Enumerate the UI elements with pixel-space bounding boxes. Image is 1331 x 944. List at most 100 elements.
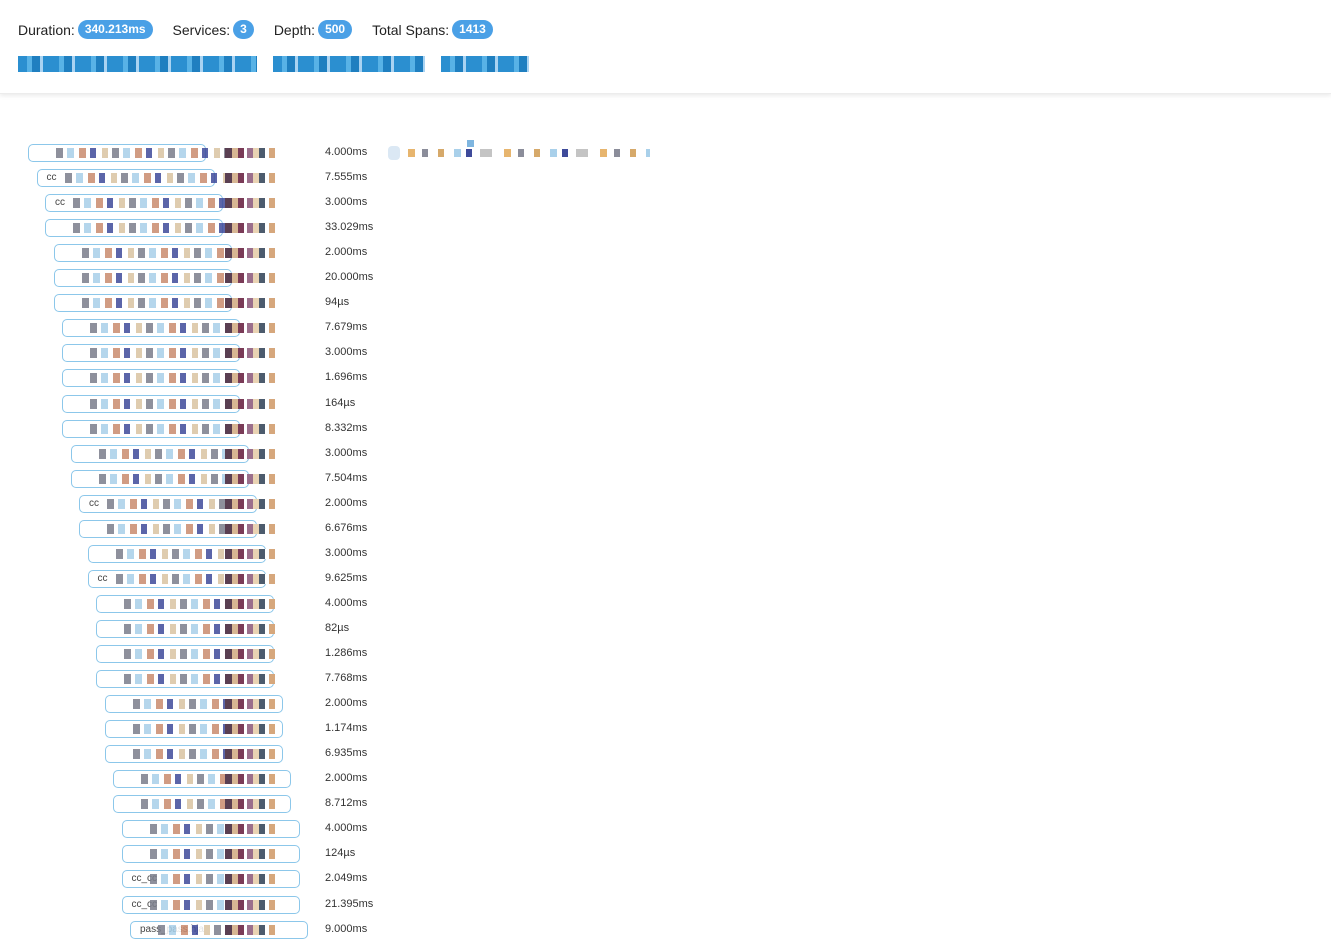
- span-name-redacted: [90, 348, 246, 359]
- service-name-redacted: [225, 598, 275, 609]
- span-row[interactable]: cc_cc 2.049ms: [0, 866, 700, 891]
- span-row[interactable]: 3.000ms: [0, 441, 700, 466]
- span-row[interactable]: 94µs: [0, 290, 700, 315]
- service-name-redacted: [225, 824, 275, 835]
- span-row[interactable]: 3.000ms: [0, 340, 700, 365]
- span-row[interactable]: 6.676ms: [0, 516, 700, 541]
- span-row[interactable]: 20.000ms: [0, 265, 700, 290]
- service-tag[interactable]: [273, 56, 425, 72]
- span-row[interactable]: 4.000ms: [0, 816, 700, 841]
- span-duration: 7.504ms: [325, 471, 368, 484]
- service-name-redacted: [225, 874, 275, 885]
- service-name-redacted: [225, 749, 275, 760]
- span-name-redacted: [73, 198, 241, 209]
- span-row[interactable]: 7.768ms: [0, 666, 700, 691]
- span-name-redacted: [90, 423, 246, 434]
- span-row[interactable]: 124µs: [0, 841, 700, 866]
- span-duration: 6.935ms: [325, 747, 368, 760]
- span-duration: 3.000ms: [325, 446, 368, 459]
- service-name-redacted: [225, 649, 275, 659]
- service-name-redacted: [225, 724, 275, 735]
- span-duration: 124µs: [325, 847, 356, 860]
- service-name-redacted: [225, 273, 275, 284]
- service-name-redacted: [225, 373, 275, 384]
- span-duration: 9.625ms: [325, 571, 368, 584]
- service-name-redacted: [225, 323, 275, 334]
- span-row[interactable]: pass_pass.hja9.000ms: [0, 917, 700, 942]
- span-row[interactable]: 1.696ms: [0, 365, 700, 390]
- span-row[interactable]: 7.679ms: [0, 315, 700, 340]
- span-row[interactable]: cc 2.000ms: [0, 491, 700, 516]
- span-duration: 3.000ms: [325, 546, 368, 559]
- span-row[interactable]: cc 9.625ms: [0, 566, 700, 591]
- service-name-redacted: [225, 348, 275, 359]
- span-duration: 3.000ms: [325, 346, 368, 359]
- span-row[interactable]: cc 3.000ms: [0, 190, 700, 215]
- span-row[interactable]: 1.174ms: [0, 716, 700, 741]
- span-row[interactable]: cc 7.555ms: [0, 165, 700, 190]
- span-duration: 2.000ms: [325, 772, 368, 785]
- span-duration: 8.712ms: [325, 797, 368, 810]
- span-duration: 9.000ms: [325, 922, 368, 935]
- span-row[interactable]: 164µs: [0, 391, 700, 416]
- service-name-redacted: [225, 223, 275, 234]
- span-duration: 2.000ms: [325, 246, 368, 259]
- service-name-redacted: [225, 398, 275, 409]
- span-row[interactable]: 1.286ms: [0, 641, 700, 666]
- service-name-redacted: [225, 899, 275, 910]
- span-duration: 7.555ms: [325, 171, 368, 184]
- span-duration: 4.000ms: [325, 822, 368, 835]
- span-name-redacted: [56, 148, 236, 158]
- span-row[interactable]: 2.000ms: [0, 691, 700, 716]
- span-row[interactable]: 4.000ms: [0, 140, 700, 165]
- total-spans-label: Total Spans:: [372, 21, 450, 38]
- timeline-marker: [467, 140, 474, 147]
- span-name-redacted: [81, 273, 244, 284]
- span-name-redacted: [81, 298, 244, 309]
- span-row[interactable]: cc_cc 21.395ms: [0, 892, 700, 917]
- span-row[interactable]: 8.712ms: [0, 791, 700, 816]
- service-name-redacted: [225, 924, 275, 935]
- span-duration: 1.696ms: [325, 371, 368, 384]
- span-duration: 1.174ms: [325, 722, 368, 735]
- service-name-redacted: [225, 498, 275, 509]
- span-row[interactable]: 2.000ms: [0, 240, 700, 265]
- service-name-redacted: [225, 198, 275, 209]
- span-row[interactable]: 4.000ms: [0, 591, 700, 616]
- span-duration: 20.000ms: [325, 271, 374, 284]
- span-row[interactable]: 6.935ms: [0, 741, 700, 766]
- span-row[interactable]: 82µs: [0, 616, 700, 641]
- span-duration: 4.000ms: [325, 596, 368, 609]
- service-name-redacted: [225, 548, 275, 559]
- service-tag[interactable]: [441, 56, 529, 72]
- span-row[interactable]: 7.504ms: [0, 466, 700, 491]
- service-name-redacted: [225, 774, 275, 785]
- services-stat: Services: 3: [173, 20, 254, 39]
- span-duration: 164µs: [325, 396, 356, 409]
- span-row[interactable]: 3.000ms: [0, 541, 700, 566]
- span-row[interactable]: 33.029ms: [0, 215, 700, 240]
- span-row[interactable]: 2.000ms: [0, 766, 700, 791]
- service-name-redacted: [225, 448, 275, 459]
- trace-header: Duration: 340.213ms Services: 3 Depth: 5…: [0, 0, 1331, 94]
- span-duration: 7.679ms: [325, 321, 368, 334]
- span-duration: 2.000ms: [325, 496, 368, 509]
- service-name-redacted: [225, 423, 275, 434]
- span-name-redacted: [73, 223, 241, 234]
- span-duration: 7.768ms: [325, 672, 368, 685]
- timeline-bar[interactable]: [388, 140, 650, 160]
- span-duration: 6.676ms: [325, 521, 368, 534]
- services-label: Services:: [172, 21, 231, 38]
- services-badge: 3: [233, 20, 254, 39]
- span-duration: 1.286ms: [325, 647, 368, 659]
- service-name-redacted: [225, 148, 275, 158]
- depth-stat: Depth: 500: [274, 20, 353, 39]
- span-row[interactable]: 8.332ms: [0, 416, 700, 441]
- total-spans-stat: Total Spans: 1413: [372, 20, 493, 39]
- timeline-pill: [388, 146, 400, 160]
- span-duration: 2.000ms: [325, 697, 368, 710]
- total-spans-badge: 1413: [452, 20, 493, 39]
- span-duration: 94µs: [325, 296, 350, 309]
- service-tag[interactable]: [18, 56, 257, 72]
- duration-stat: Duration: 340.213ms: [18, 20, 153, 39]
